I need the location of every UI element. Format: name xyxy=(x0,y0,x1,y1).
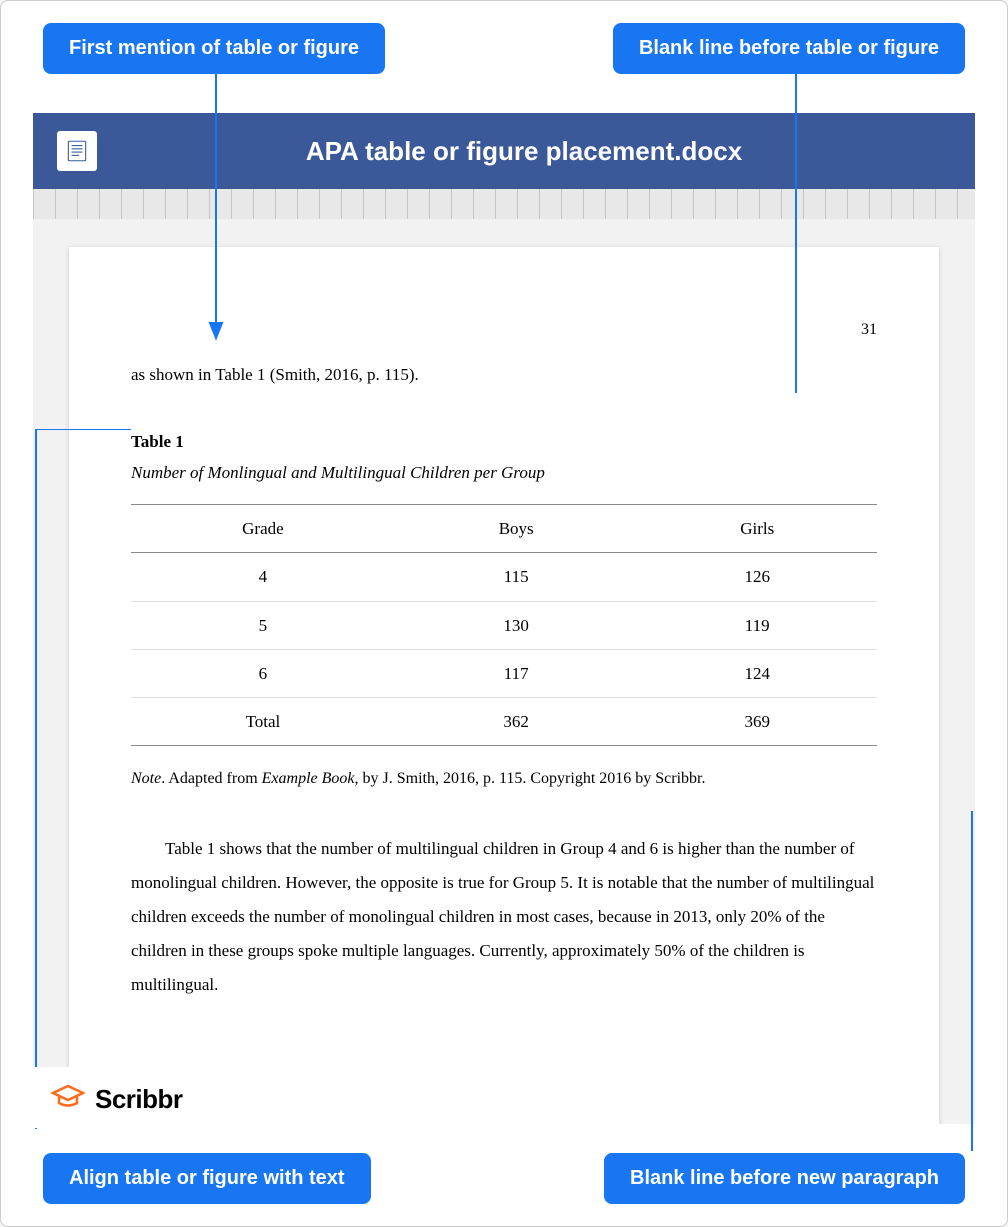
note-rest: , by J. Smith, 2016, p. 115. Copyright 2… xyxy=(355,770,706,787)
ruler xyxy=(33,189,975,219)
callout-blank-before-table: Blank line before table or figure xyxy=(613,23,965,74)
connector-line xyxy=(21,429,141,1149)
table-note: Note. Adapted from Example Book, by J. S… xyxy=(131,766,877,792)
logo-text: Scribbr xyxy=(95,1084,183,1115)
word-titlebar: APA table or figure placement.docx xyxy=(33,113,975,189)
connector-line xyxy=(957,811,987,1151)
connector-line xyxy=(201,73,231,353)
word-window: APA table or figure placement.docx 31 as… xyxy=(33,113,975,1124)
callout-align-table: Align table or figure with text xyxy=(43,1153,371,1204)
table-row: 4 115 126 xyxy=(131,553,877,601)
scribbr-logo: Scribbr xyxy=(33,1067,215,1128)
note-prefix: . Adapted from xyxy=(161,770,261,787)
table-header: Girls xyxy=(637,505,877,553)
table-header-row: Grade Boys Girls xyxy=(131,505,877,553)
graduation-cap-icon xyxy=(51,1083,85,1116)
table-header: Boys xyxy=(395,505,638,553)
word-icon xyxy=(57,131,97,171)
table-number: Table 1 xyxy=(131,428,877,455)
table-total-row: Total 362 369 xyxy=(131,697,877,745)
body-paragraph: Table 1 shows that the number of multili… xyxy=(131,832,877,1002)
callout-first-mention: First mention of table or figure xyxy=(43,23,385,74)
table-title: Number of Monlingual and Multilingual Ch… xyxy=(131,459,877,486)
callout-blank-before-paragraph: Blank line before new paragraph xyxy=(604,1153,965,1204)
document-area: 31 as shown in Table 1 (Smith, 2016, p. … xyxy=(33,219,975,1124)
table-header: Grade xyxy=(131,505,395,553)
data-table: Grade Boys Girls 4 115 126 5 xyxy=(131,504,877,746)
note-book-title: Example Book xyxy=(262,770,355,787)
page-number: 31 xyxy=(131,317,877,343)
connector-line xyxy=(781,73,811,393)
table-row: 5 130 119 xyxy=(131,601,877,649)
intro-text: as shown in Table 1 (Smith, 2016, p. 115… xyxy=(131,361,877,388)
table-row: 6 117 124 xyxy=(131,649,877,697)
